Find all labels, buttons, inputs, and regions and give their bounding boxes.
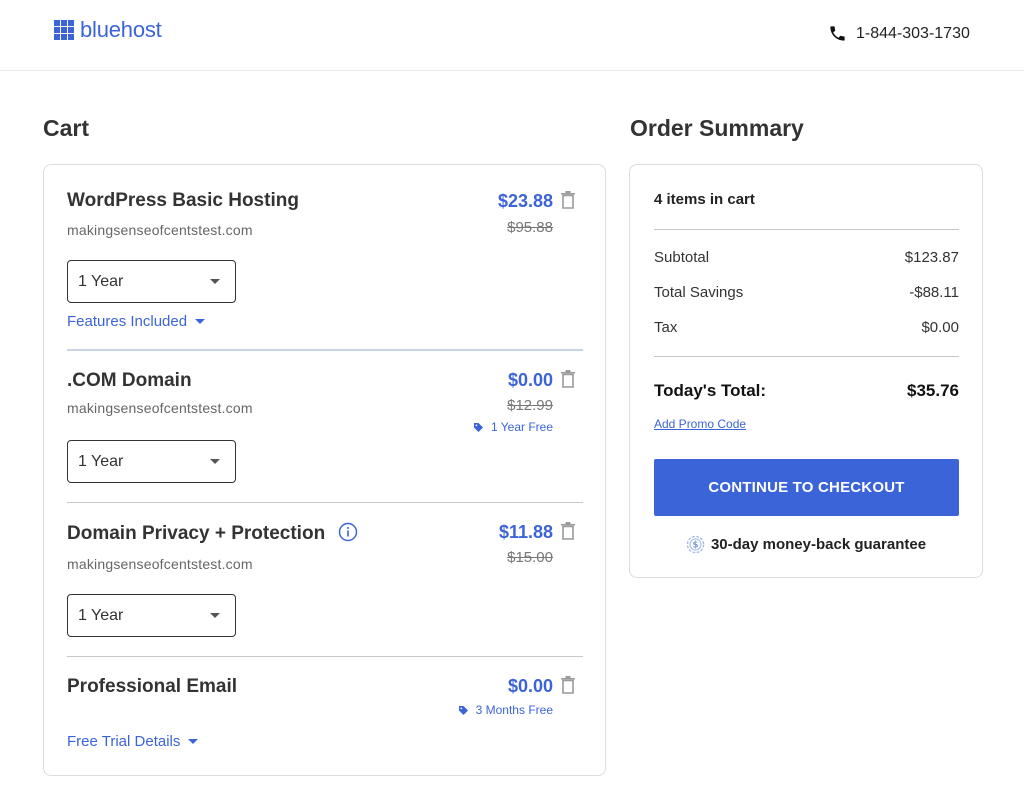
summary-divider <box>654 229 959 230</box>
row-value: $123.87 <box>904 249 959 266</box>
item-domain: makingsenseofcentstest.com <box>67 556 253 572</box>
summary-divider <box>654 356 959 357</box>
item-price: $23.88 <box>497 191 553 211</box>
row-value: $0.00 <box>921 319 959 336</box>
term-select[interactable]: 1 Year <box>67 594 236 637</box>
item-old-price: $15.00 <box>507 549 553 566</box>
order-summary-panel: 4 items in cart Subtotal $123.87 Total S… <box>629 164 983 578</box>
item-old-price: $12.99 <box>507 397 553 414</box>
item-old-price: $95.88 <box>507 219 553 236</box>
trash-icon[interactable] <box>561 522 575 540</box>
item-divider <box>67 656 583 657</box>
site-header: bluehost 1-844-303-1730 <box>0 0 1024 71</box>
row-label: Total Savings <box>654 284 744 301</box>
term-select-value: 1 Year <box>78 606 124 624</box>
term-select[interactable]: 1 Year <box>67 440 236 483</box>
item-price: $11.88 <box>498 522 553 542</box>
cart-title: Cart <box>43 115 90 141</box>
item-price: $0.00 <box>507 370 553 390</box>
chevron-down-icon <box>210 613 220 618</box>
todays-total: Today's Total: $35.76 <box>654 381 959 401</box>
item-price: $0.00 <box>507 676 553 696</box>
item-name: Domain Privacy + Protection <box>67 522 358 545</box>
continue-to-checkout-button[interactable]: CONTINUE TO CHECKOUT <box>654 459 959 516</box>
row-label: Subtotal <box>654 249 710 266</box>
cart-panel: WordPress Basic Hosting makingsenseofcen… <box>43 164 606 776</box>
bluehost-logo[interactable]: bluehost <box>54 17 162 43</box>
free-badge: 1 Year Free <box>473 420 553 434</box>
summary-row-subtotal: Subtotal $123.87 <box>654 249 959 266</box>
term-select[interactable]: 1 Year <box>67 260 236 303</box>
term-select-value: 1 Year <box>78 272 124 290</box>
features-included-toggle[interactable]: Features Included <box>67 313 206 330</box>
tag-icon <box>458 705 468 715</box>
total-value: $35.76 <box>907 381 959 400</box>
row-label: Tax <box>654 319 678 336</box>
trash-icon[interactable] <box>561 370 575 388</box>
features-included-label: Features Included <box>67 313 188 330</box>
total-label: Today's Total: <box>654 381 767 400</box>
chevron-down-icon <box>210 279 220 284</box>
free-trial-details-toggle[interactable]: Free Trial Details <box>67 733 199 750</box>
trash-icon[interactable] <box>561 676 575 694</box>
chevron-down-icon <box>188 739 199 744</box>
tag-icon <box>473 422 483 432</box>
item-name-text: Domain Privacy + Protection <box>67 523 326 544</box>
info-icon[interactable] <box>338 522 358 542</box>
free-badge: 3 Months Free <box>458 703 553 717</box>
grid-logo-icon <box>54 20 74 40</box>
chevron-down-icon <box>210 459 220 464</box>
dollar-badge-icon: $ <box>686 535 705 554</box>
item-divider <box>67 502 583 503</box>
item-domain: makingsenseofcentstest.com <box>67 222 253 238</box>
add-promo-code-link[interactable]: Add Promo Code <box>654 417 746 431</box>
chevron-down-icon <box>195 319 206 324</box>
svg-text:$: $ <box>692 541 698 551</box>
summary-row-savings: Total Savings -$88.11 <box>654 284 959 301</box>
row-value: -$88.11 <box>909 284 959 301</box>
items-in-cart: 4 items in cart <box>654 191 755 208</box>
summary-row-tax: Tax $0.00 <box>654 319 959 336</box>
phone-number: 1-844-303-1730 <box>856 24 970 42</box>
badge-text: 3 Months Free <box>475 703 553 717</box>
order-summary-title: Order Summary <box>630 115 804 141</box>
guarantee-text: 30-day money-back guarantee <box>710 536 927 553</box>
phone-icon <box>830 26 845 41</box>
trash-icon[interactable] <box>561 191 575 209</box>
phone-link[interactable]: 1-844-303-1730 <box>828 24 970 43</box>
money-back-guarantee: $ 30-day money-back guarantee <box>630 535 982 554</box>
item-domain: makingsenseofcentstest.com <box>67 400 253 416</box>
item-divider <box>67 349 583 351</box>
item-name: WordPress Basic Hosting <box>67 190 299 211</box>
free-trial-details-label: Free Trial Details <box>67 733 181 750</box>
badge-text: 1 Year Free <box>490 420 553 434</box>
logo-text: bluehost <box>80 17 162 42</box>
item-name: Professional Email <box>67 676 238 697</box>
item-name: .COM Domain <box>67 370 192 391</box>
term-select-value: 1 Year <box>78 452 124 470</box>
